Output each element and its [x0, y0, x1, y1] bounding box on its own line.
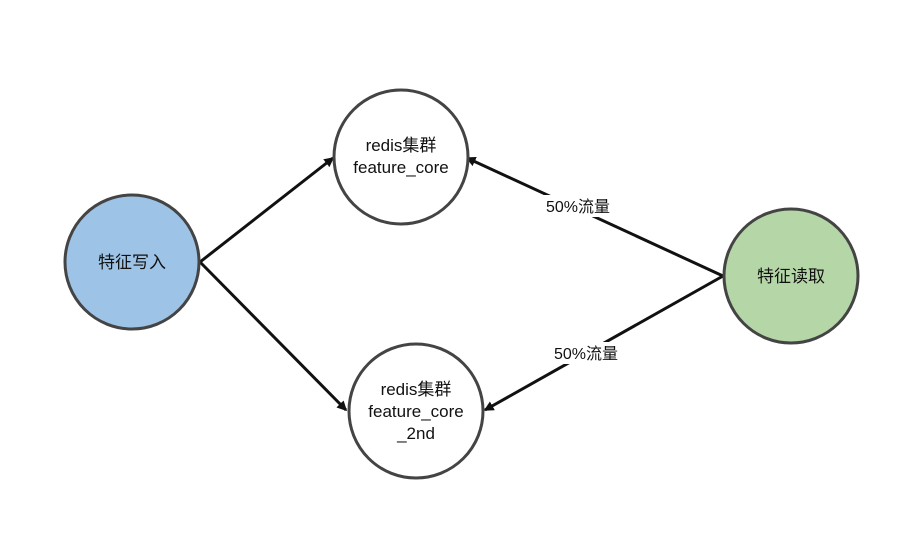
edge-write-to-core — [199, 156, 335, 264]
node-feature-write[interactable]: 特征写入 — [63, 193, 201, 331]
node-label-line-1: redis集群 — [366, 136, 437, 155]
edge-label-text: 50%流量 — [554, 345, 618, 363]
node-label-line-1: redis集群 — [381, 380, 452, 399]
node-label: 特征写入 — [98, 253, 166, 272]
node-label-line-2: feature_core — [353, 158, 448, 177]
edge-label-read-to-core-2nd: 50%流量 — [546, 342, 626, 364]
node-feature-read[interactable]: 特征读取 — [722, 207, 860, 345]
node-label: 特征读取 — [757, 267, 825, 286]
architecture-diagram: 50%流量 50%流量 特征写入 redis集群 feature_core re… — [63, 88, 860, 480]
node-label-line-3: _2nd — [396, 424, 435, 443]
edge-write-to-core-2nd — [198, 260, 348, 412]
node-label-line-2: feature_core — [368, 402, 463, 421]
node-redis-feature-core[interactable]: redis集群 feature_core — [332, 88, 470, 226]
edge-label-read-to-core: 50%流量 — [538, 195, 618, 217]
node-redis-feature-core-2nd[interactable]: redis集群 feature_core _2nd — [347, 342, 485, 480]
node-circle — [332, 88, 470, 226]
edge-label-text: 50%流量 — [546, 198, 610, 216]
